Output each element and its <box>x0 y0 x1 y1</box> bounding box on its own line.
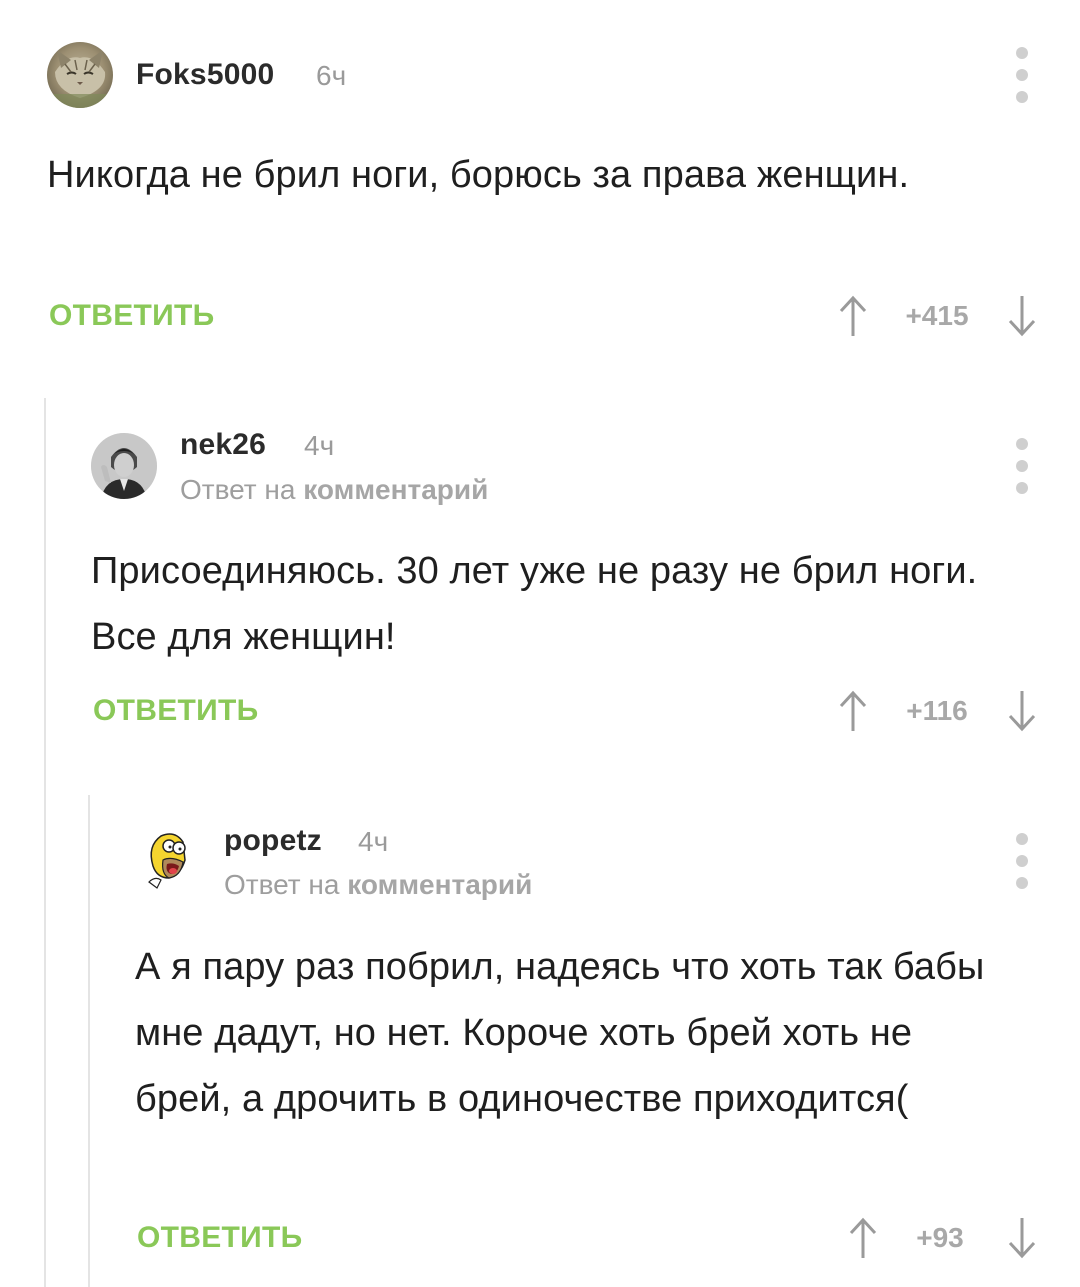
comment-text: А я пару раз побрил, надеясь что хоть та… <box>135 946 985 1120</box>
reply-to-link[interactable]: комментарий <box>347 869 532 900</box>
arrow-up-icon[interactable] <box>846 1216 880 1260</box>
arrow-down-icon[interactable] <box>1005 1216 1039 1260</box>
username[interactable]: popetz <box>224 824 322 858</box>
reply-to-prefix: Ответ на <box>224 869 340 900</box>
more-vertical-icon[interactable] <box>1012 833 1032 889</box>
timestamp: 4ч <box>358 826 389 857</box>
comment-popetz: popetz 4ч Ответ на комментарий А я пару … <box>0 0 1080 1287</box>
rating: +93 <box>916 1222 964 1253</box>
reply-to-info: Ответ на комментарий <box>224 869 532 901</box>
avatar[interactable] <box>135 826 201 892</box>
reply-button[interactable]: ОТВЕТИТЬ <box>137 1221 303 1255</box>
